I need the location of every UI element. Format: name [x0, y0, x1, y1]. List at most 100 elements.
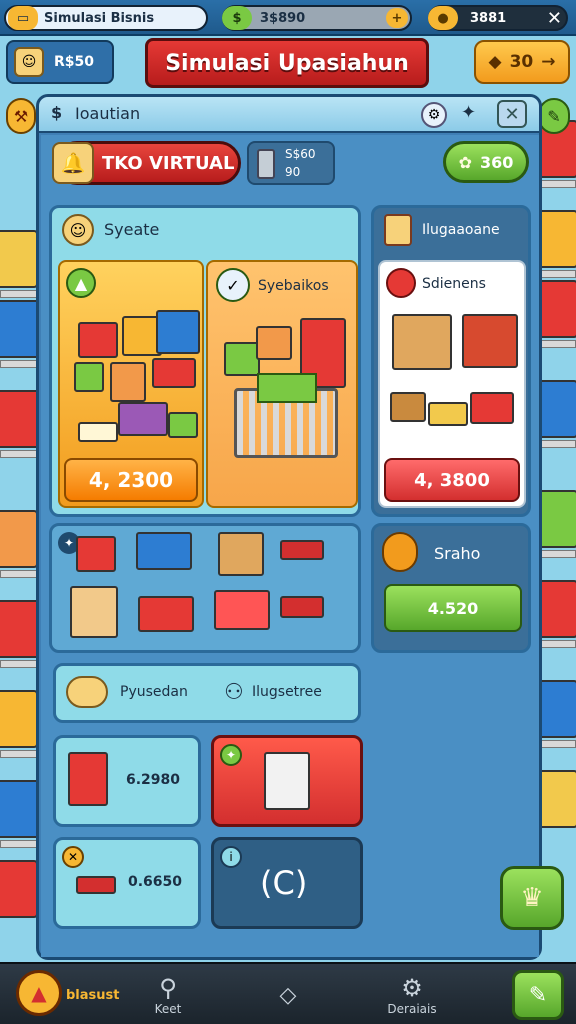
player-value: R$50 [54, 54, 95, 70]
shop-banner-label: TKO VIRTUAL [102, 152, 235, 174]
money-bag-icon: $ [222, 6, 252, 30]
bell-icon: 🔔 [52, 142, 94, 184]
green-reward-button[interactable]: ✿ 360 [443, 141, 529, 183]
item-red-bench[interactable] [280, 596, 324, 618]
tag-icon: ◇ [279, 982, 297, 1008]
shopping-cart-icon [234, 373, 338, 458]
supermarket-label: Syebaikos [258, 278, 329, 294]
panel-header: $ Ioautian ⚙ ✦ ✕ [39, 97, 539, 133]
settings-icon[interactable]: ⚙ [421, 102, 447, 128]
money-pill[interactable]: $ 3$890 + [222, 5, 412, 31]
small-tile-4[interactable]: i (C) [211, 837, 363, 929]
boxes-tile[interactable]: Sdienens 4, 3800 [378, 260, 526, 508]
nav-settings[interactable]: ⚙ Deraiais [370, 964, 454, 1024]
game-name-pill[interactable]: ▭ Simulasi Bisnis [4, 5, 208, 31]
coin-pill[interactable]: ● 3881 ✕ [428, 5, 568, 31]
item-trolley[interactable] [214, 590, 270, 630]
item-red-tray[interactable] [138, 596, 194, 632]
boxes-price: 4, 3800 [414, 469, 490, 491]
shop-coins: S$60 90 [247, 141, 335, 185]
side-tool-left[interactable]: ⚒ [6, 98, 36, 134]
bottom-navigation: ▲ blasust ⚲ Keet ◇ ⚙ Deraiais ✎ [0, 962, 576, 1024]
game-title-banner: Simulasi Upasiahun [145, 38, 429, 88]
goods-tile[interactable]: ▲ 4, 2300 [58, 260, 204, 508]
game-title: Simulasi Upasiahun [165, 50, 409, 76]
boxes-price-button[interactable]: 4, 3800 [384, 458, 520, 502]
leaf-icon: ✎ [547, 106, 561, 126]
game-name-label: Simulasi Bisnis [44, 10, 155, 26]
hand-icon [66, 676, 108, 708]
item-red-crate[interactable] [76, 536, 116, 572]
category-card-left: ☺ Syeate ▲ 4, 2300 ✓ Syebaikos [49, 205, 361, 517]
cart-badge-icon: ✓ [216, 268, 250, 302]
coin-icon: ● [428, 6, 458, 30]
clover-icon: ✿ [458, 152, 472, 172]
top-status-bar: ▭ Simulasi Bisnis $ 3$890 + ● 3881 ✕ [0, 0, 576, 36]
category-bar: Pyusedan ⚇ Ilugsetree [53, 663, 361, 723]
category-bar-label2[interactable]: Ilugsetree [252, 684, 322, 700]
plus-badge-icon: ✦ [220, 744, 242, 766]
crown-button[interactable]: ♛ [500, 866, 564, 930]
category-left-label: Syeate [104, 220, 160, 239]
sraho-value: 4.520 [427, 598, 479, 618]
side-tool-right[interactable]: ✎ [538, 98, 570, 134]
nav-tags[interactable]: ◇ [248, 964, 328, 1024]
pencil-icon: ✎ [512, 970, 564, 1020]
item-cardboard-box[interactable] [218, 532, 264, 576]
nav-search-label: Keet [154, 1002, 182, 1016]
goods-price-button[interactable]: 4, 2300 [64, 458, 198, 502]
people-icon: ⚇ [224, 680, 244, 705]
items-strip: ✦ [49, 523, 361, 653]
add-money-icon[interactable]: + [386, 8, 408, 28]
nav-home[interactable]: ▲ blasust [8, 964, 120, 1024]
arrow-right-icon: → [541, 52, 556, 72]
player-avatar-icon: ☺ [14, 47, 44, 77]
nav-settings-label: Deraiais [387, 1002, 437, 1016]
item-wood-crate[interactable] [70, 586, 118, 638]
sraho-label: Sraho [434, 544, 481, 563]
header-row: ☺ R$50 Simulasi Upasiahun ◆ 30 → [0, 38, 576, 90]
category-card-right: Ilugaaoane Sdienens 4, 3800 [371, 205, 531, 517]
small-tile-1-price: 6.2980 [126, 772, 181, 788]
sraho-card: Sraho 4.520 [371, 523, 531, 653]
boxes-badge-icon [386, 268, 416, 298]
pin-icon[interactable]: ✦ [461, 102, 476, 123]
shop-panel: $ Ioautian ⚙ ✦ ✕ 🔔 TKO VIRTUAL S$60 90 ✿… [36, 94, 542, 960]
game-logo-icon: ▭ [8, 6, 38, 30]
energy-value: 30 [509, 52, 534, 72]
small-tile-3[interactable]: ✕ 0.6650 [53, 837, 201, 929]
item-blue-bin[interactable] [136, 532, 192, 570]
category-bar-label1[interactable]: Pyusedan [120, 684, 188, 700]
small-tile-2[interactable]: ✦ [211, 735, 363, 827]
search-icon: ⚲ [159, 974, 177, 1002]
supply-avatar-icon: ☺ [62, 214, 94, 246]
nav-edit[interactable]: ✎ [506, 964, 570, 1024]
supermarket-tile[interactable]: ✓ Syebaikos [206, 260, 358, 508]
close-badge-icon: ✕ [62, 846, 84, 868]
cup-icon [257, 149, 275, 179]
item-red-rack[interactable] [280, 540, 324, 560]
panel-header-title: Ioautian [75, 104, 141, 123]
shop-coins-bottom: 90 [285, 165, 301, 179]
energy-button[interactable]: ◆ 30 → [474, 40, 570, 84]
coin-value: 3881 [470, 10, 507, 26]
sraho-buy-button[interactable]: 4.520 [384, 584, 522, 632]
nav-home-label: blasust [66, 988, 120, 1003]
gear-icon: ⚙ [401, 974, 423, 1002]
panel-close-button[interactable]: ✕ [497, 100, 527, 128]
close-icon[interactable]: ✕ [547, 8, 562, 29]
goods-price: 4, 2300 [88, 468, 174, 492]
small-tile-1[interactable]: 6.2980 [53, 735, 201, 827]
info-badge-icon: i [220, 846, 242, 868]
category-right-label: Ilugaaoane [422, 222, 500, 238]
shop-banner[interactable]: 🔔 TKO VIRTUAL [52, 141, 241, 185]
panel-header-icon: $ [51, 103, 63, 122]
storage-icon [384, 214, 412, 246]
shop-coins-top: S$60 [285, 147, 316, 161]
energy-icon: ◆ [488, 52, 502, 72]
green-reward-value: 360 [480, 152, 514, 172]
panel-body: 🔔 TKO VIRTUAL S$60 90 ✿ 360 ☺ Syeate ▲ 4… [41, 135, 539, 957]
home-icon: ▲ [16, 970, 62, 1016]
player-badge[interactable]: ☺ R$50 [6, 40, 114, 84]
nav-search[interactable]: ⚲ Keet [128, 964, 208, 1024]
